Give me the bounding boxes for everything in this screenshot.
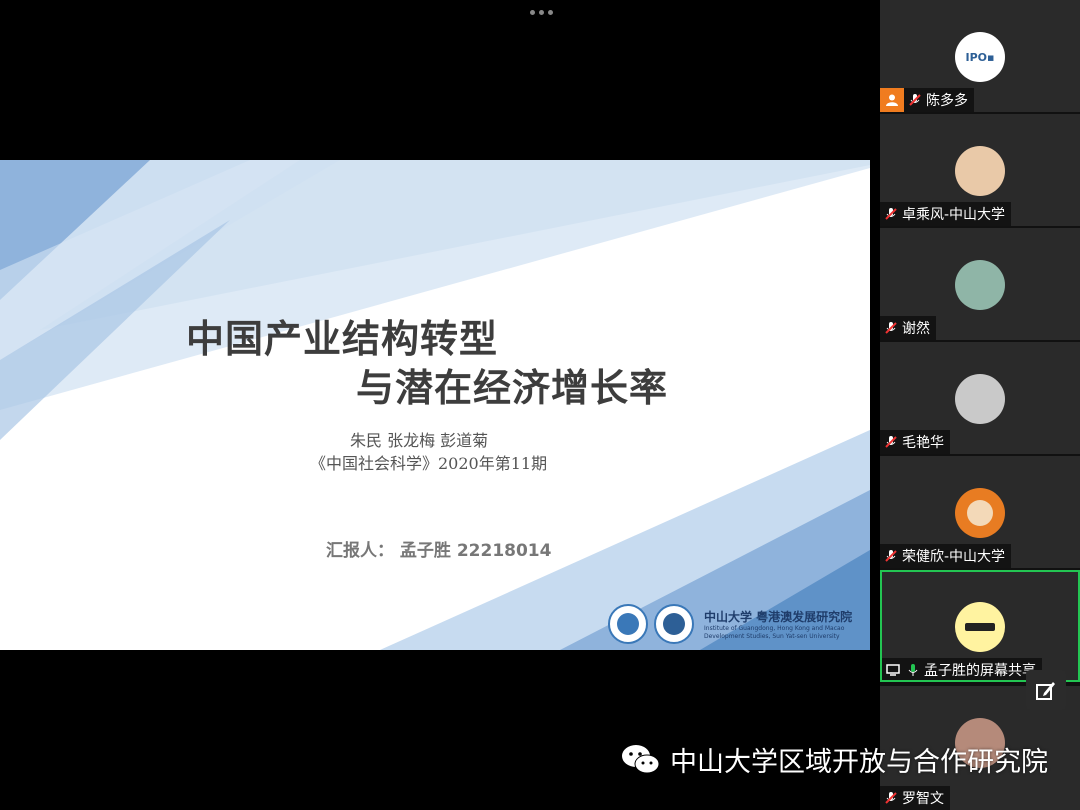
participant-name: 卓乘风-中山大学 (880, 202, 1012, 226)
participant-tile[interactable]: 谢然 (880, 228, 1080, 340)
institute-seal-icon (654, 604, 694, 644)
slide-journal: 《中国社会科学》2020年第11期 (310, 454, 548, 473)
avatar (955, 488, 1005, 538)
participant-name: 孟子胜的屏幕共享 (882, 658, 1042, 680)
university-seal-icon (608, 604, 648, 644)
avatar (955, 374, 1005, 424)
mic-muted-icon (885, 792, 897, 804)
mic-muted-icon (885, 322, 897, 334)
avatar (955, 260, 1005, 310)
pencil-icon (1036, 682, 1055, 700)
annotate-button[interactable] (1026, 670, 1066, 710)
mic-muted-icon (885, 550, 897, 562)
slide-presenter: 汇报人： 孟子胜 22218014 (326, 541, 552, 561)
user-icon (880, 88, 904, 112)
avatar (955, 602, 1005, 652)
slide-title-line2: 与潜在经济增长率 (356, 366, 669, 410)
mic-muted-icon (909, 94, 921, 106)
mic-icon (908, 664, 918, 676)
logo-name-cn: 中山大学 粤港澳发展研究院 (704, 609, 853, 624)
avatar (955, 146, 1005, 196)
wechat-icon (622, 744, 660, 773)
mic-muted-icon (885, 208, 897, 220)
slide-title-line1: 中国产业结构转型 (186, 317, 499, 361)
participant-tile[interactable]: 卓乘风-中山大学 (880, 114, 1080, 226)
participant-tile-active[interactable]: 孟子胜的屏幕共享 (880, 570, 1080, 682)
participant-name: 谢然 (880, 316, 936, 340)
logo-name-en-1: Institute of Guangdong, Hong Kong and Ma… (704, 624, 845, 632)
screen-share-icon (886, 664, 900, 676)
participant-name: 陈多多 (904, 88, 974, 112)
participant-name: 荣健欣-中山大学 (880, 544, 1012, 568)
mic-muted-icon (885, 436, 897, 448)
institute-logo-text: 中山大学 粤港澳发展研究院 Institute of Guangdong, Ho… (704, 608, 852, 641)
participant-tile[interactable]: 毛艳华 (880, 342, 1080, 454)
watermark-text: 中山大学区域开放与合作研究院 (670, 747, 1048, 778)
participant-tile[interactable]: 荣健欣-中山大学 (880, 456, 1080, 568)
participant-name: 毛艳华 (880, 430, 950, 454)
participant-tile[interactable]: IPO▪ 陈多多 (880, 0, 1080, 112)
avatar: IPO▪ (955, 32, 1005, 82)
more-options-icon[interactable] (528, 6, 554, 18)
institution-logos: 中山大学 粤港澳发展研究院 Institute of Guangdong, Ho… (608, 602, 852, 646)
slide-authors: 朱民 张龙梅 彭道菊 (350, 431, 489, 450)
participant-name: 罗智文 (880, 786, 950, 810)
watermark: 中山大学区域开放与合作研究院 (620, 740, 1048, 779)
logo-name-en-2: Development Studies, Sun Yat-sen Univers… (704, 632, 840, 640)
